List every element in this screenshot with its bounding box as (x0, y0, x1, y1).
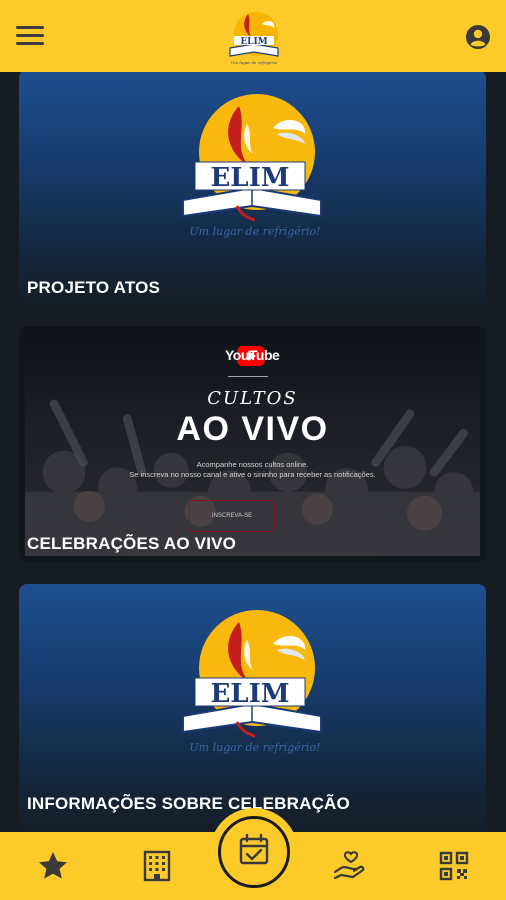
star-icon[interactable] (33, 846, 73, 886)
banner-headline: AO VIVO (176, 410, 329, 448)
feed-list: ELIM Um lugar de refrigério! PROJETO ATO… (0, 72, 506, 832)
card-projeto-atos[interactable]: ELIM Um lugar de refrigério! PROJETO ATO… (19, 72, 486, 306)
svg-text:Um lugar de refrigério!: Um lugar de refrigério! (189, 741, 320, 754)
elim-logo: ELIM Um lugar de refrigério! (177, 88, 327, 248)
hamburger-icon[interactable] (14, 22, 48, 50)
card-informacoes-sobre-celebracao[interactable]: ELIM Um lugar de refrigério! INFORMAÇÕES… (19, 584, 486, 832)
banner-description-line: Acompanhe nossos cultos online. (196, 460, 309, 469)
donation-hand-icon[interactable] (329, 846, 369, 886)
banner-description: Acompanhe nossos cultos online. Se inscr… (59, 460, 446, 480)
top-app-bar: ELIM Um lugar de refrigério (0, 0, 506, 72)
qr-code-icon[interactable] (434, 846, 474, 886)
calendar-check-icon[interactable] (218, 816, 290, 888)
svg-text:ELIM: ELIM (210, 163, 289, 193)
svg-text:Um lugar de refrigério: Um lugar de refrigério (231, 60, 278, 65)
card-title: CELEBRAÇÕES AO VIVO (27, 534, 237, 553)
card-celebracoes-ao-vivo[interactable]: YouTube CULTOS AO VIVO Acompanhe nossos … (19, 326, 486, 562)
svg-text:ELIM: ELIM (240, 37, 267, 47)
svg-text:Um lugar de refrigério!: Um lugar de refrigério! (189, 225, 320, 238)
elim-logo[interactable]: ELIM Um lugar de refrigério (222, 4, 286, 68)
youtube-wordmark: YouTube (225, 347, 280, 363)
banner-kicker: CULTOS (207, 388, 298, 409)
subscribe-button[interactable]: INSCREVA-SE (189, 500, 275, 532)
card-title: PROJETO ATOS (27, 278, 161, 297)
building-icon[interactable] (137, 846, 177, 886)
svg-text:ELIM: ELIM (210, 679, 289, 709)
card-title: INFORMAÇÕES SOBRE CELEBRAÇÃO (27, 794, 350, 813)
account-circle-icon[interactable] (465, 24, 491, 50)
banner-description-line: Se inscreva no nosso canal e ative o sin… (129, 470, 376, 479)
divider (228, 376, 268, 377)
elim-logo: ELIM Um lugar de refrigério! (177, 604, 327, 764)
center-tab-container (210, 808, 298, 896)
